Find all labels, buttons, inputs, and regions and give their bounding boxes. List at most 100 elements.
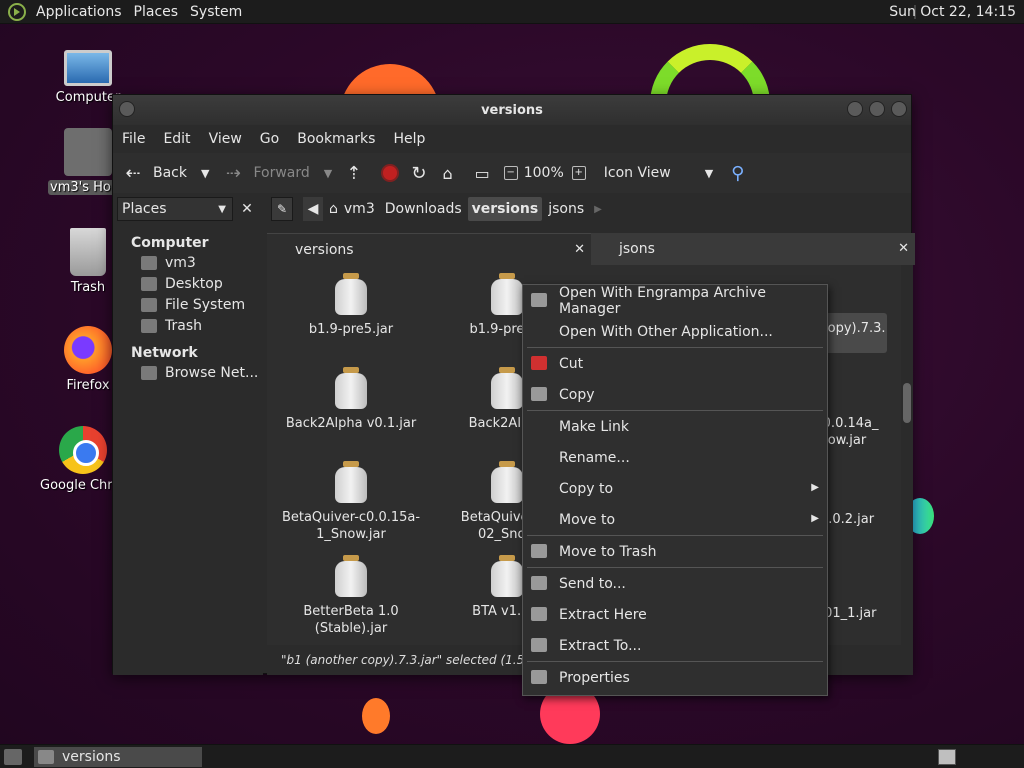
chrome-icon — [59, 426, 107, 474]
trash-icon — [141, 319, 157, 333]
menu-go[interactable]: Go — [251, 131, 288, 147]
menu-item-copy-to[interactable]: Copy to ▶ — [523, 473, 827, 504]
close-tab-icon[interactable]: ✕ — [898, 241, 909, 256]
forward-button[interactable]: ⇢ Forward ▼ — [223, 163, 332, 184]
jar-file-icon — [491, 273, 523, 315]
close-button[interactable] — [891, 101, 907, 117]
close-sidebar-icon[interactable]: ✕ — [237, 201, 257, 217]
sidebar-pane-select[interactable]: Places ▼ — [117, 197, 233, 221]
menu-bookmarks[interactable]: Bookmarks — [288, 131, 384, 147]
back-button[interactable]: ⇠ Back ▼ — [123, 163, 209, 184]
breadcrumb-jsons[interactable]: jsons — [544, 197, 588, 221]
window-title: versions — [481, 102, 543, 118]
file-name: BetterBeta 1.0 — [303, 604, 399, 619]
menu-item-send-to[interactable]: Send to... — [523, 568, 827, 599]
menu-item-extract-here[interactable]: Extract Here — [523, 599, 827, 630]
tab-label: jsons — [619, 241, 655, 257]
toolbar: ⇠ Back ▼ ⇢ Forward ▼ ⇡ ↻ ⌂ ▭ − 100% + Ic… — [113, 153, 911, 193]
reload-icon[interactable]: ↻ — [411, 163, 426, 184]
edit-path-icon[interactable]: ✎ — [271, 197, 293, 221]
menu-item-cut[interactable]: Cut — [523, 348, 827, 379]
menu-item-open-with-other[interactable]: Open With Other Application... — [523, 316, 827, 347]
file-item[interactable]: BetaQuiver-c0.0.15a- 1_Snow.jar — [281, 461, 421, 543]
computer-icon — [64, 50, 112, 86]
maximize-button[interactable] — [869, 101, 885, 117]
stop-icon[interactable] — [381, 164, 400, 182]
file-name: copy).7.3. — [820, 321, 886, 336]
menubar: File Edit View Go Bookmarks Help — [113, 125, 911, 153]
sidebar-item-browse-network[interactable]: Browse Net... — [113, 363, 263, 384]
file-item[interactable]: b1.9-pre5.jar — [281, 273, 421, 338]
breadcrumb-right-arrow-icon[interactable]: ▶ — [590, 197, 606, 221]
show-desktop-icon[interactable] — [4, 749, 22, 765]
menu-help[interactable]: Help — [384, 131, 434, 147]
location-bar: Places ▼ ✕ ✎ ◀ ⌂ vm3 Downloads versions j… — [113, 193, 911, 225]
selected-file-item[interactable]: copy).7.3. — [819, 313, 887, 353]
taskbar-window-label: versions — [62, 749, 121, 765]
search-icon[interactable]: ⚲ — [731, 163, 744, 184]
breadcrumb-downloads[interactable]: Downloads — [381, 197, 466, 221]
menu-file[interactable]: File — [113, 131, 154, 147]
firefox-icon — [64, 326, 112, 374]
applications-menu[interactable]: Applications — [30, 4, 128, 20]
zoom-in-icon[interactable]: + — [571, 166, 586, 180]
file-name: b1.9-pre5.jar — [308, 322, 394, 337]
menu-item-copy[interactable]: Copy — [523, 379, 827, 410]
file-item[interactable]: BetterBeta 1.0 (Stable).jar — [281, 555, 421, 637]
computer-icon[interactable]: ▭ — [475, 164, 490, 183]
file-name: Back2Alpha v0.1.jar — [285, 416, 417, 431]
desktop-folder-icon — [141, 277, 157, 291]
menu-item-label: Copy — [559, 386, 595, 403]
home-icon[interactable]: ⌂ — [442, 164, 452, 183]
breadcrumb-home[interactable]: ⌂ vm3 — [325, 197, 379, 221]
menu-edit[interactable]: Edit — [154, 131, 199, 147]
sidebar-item-label: Desktop — [165, 276, 223, 292]
mate-logo-icon[interactable] — [8, 2, 26, 21]
clock[interactable]: Sun Oct 22, 14:15 — [889, 4, 1016, 20]
sidebar-header-computer: Computer — [131, 235, 209, 251]
menu-item-label: Send to... — [559, 575, 626, 592]
tab-label: versions — [295, 241, 354, 258]
scrollbar-thumb[interactable] — [903, 383, 911, 423]
file-name: (Stable).jar — [314, 621, 388, 636]
sidebar-item-trash[interactable]: Trash — [113, 316, 263, 337]
window-menu-button[interactable] — [119, 101, 135, 117]
zoom-control[interactable]: − 100% + — [503, 165, 592, 181]
menu-item-open-with-engrampa[interactable]: Open With Engrampa Archive Manager — [523, 285, 827, 317]
taskbar-window-versions[interactable]: versions — [34, 747, 202, 767]
close-tab-icon[interactable]: ✕ — [574, 242, 585, 257]
tab-jsons[interactable]: jsons ✕ — [591, 233, 915, 265]
breadcrumb-left-arrow-icon[interactable]: ◀ — [303, 197, 323, 221]
minimize-button[interactable] — [847, 101, 863, 117]
vertical-scrollbar[interactable] — [901, 265, 913, 645]
menu-item-properties[interactable]: Properties — [523, 662, 827, 693]
menu-item-extract-to[interactable]: Extract To... — [523, 630, 827, 661]
menu-item-rename[interactable]: Rename... — [523, 442, 827, 473]
menu-item-move-to[interactable]: Move to ▶ — [523, 504, 827, 535]
forward-arrow-icon: ⇢ — [225, 162, 242, 184]
menu-item-make-link[interactable]: Make Link — [523, 411, 827, 442]
sidebar-item-vm3[interactable]: vm3 — [113, 253, 263, 274]
jar-file-icon — [335, 367, 367, 409]
sidebar-item-desktop[interactable]: Desktop — [113, 274, 263, 295]
chevron-down-icon[interactable]: ▼ — [324, 167, 332, 180]
view-mode-select[interactable]: Icon View ▼ — [604, 165, 713, 181]
up-arrow-icon[interactable]: ⇡ — [346, 163, 361, 184]
sidebar-item-label: Browse Net... — [165, 365, 259, 381]
jar-file-icon — [491, 367, 523, 409]
sidebar-item-filesystem[interactable]: File System — [113, 295, 263, 316]
workspace-switcher[interactable] — [938, 749, 956, 765]
places-menu[interactable]: Places — [128, 4, 185, 20]
breadcrumb-versions[interactable]: versions — [467, 197, 543, 221]
properties-icon — [531, 670, 547, 684]
sidebar-pane-label: Places — [122, 201, 167, 217]
chevron-down-icon: ▼ — [218, 203, 226, 215]
file-item[interactable]: Back2Alpha v0.1.jar — [281, 367, 421, 432]
chevron-down-icon[interactable]: ▼ — [201, 167, 209, 180]
tab-versions[interactable]: versions ✕ — [267, 233, 591, 265]
window-titlebar[interactable]: versions — [113, 95, 911, 125]
menu-view[interactable]: View — [200, 131, 251, 147]
menu-item-move-to-trash[interactable]: Move to Trash — [523, 536, 827, 567]
zoom-out-icon[interactable]: − — [503, 166, 518, 180]
system-menu[interactable]: System — [184, 4, 248, 20]
